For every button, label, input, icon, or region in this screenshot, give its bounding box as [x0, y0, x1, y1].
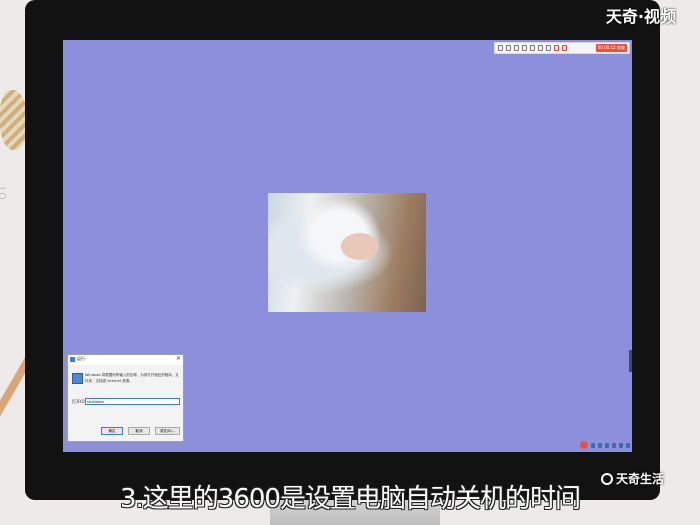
close-button[interactable]: × [176, 355, 181, 362]
system-tray [580, 440, 630, 450]
watermark-top: 天奇·视频 [605, 7, 676, 26]
dialog-description: Windows 将根据你所输入的名称，为你打开相应的程序、文件夹、文档或 Int… [85, 373, 179, 383]
video-subtitle: 3.这里的3600是设置电脑自动关机的时间 [120, 484, 581, 514]
volume-icon[interactable] [598, 442, 602, 448]
network-icon[interactable] [591, 442, 595, 448]
screen-recorder-toolbar: 00:00:12 结束 [494, 42, 630, 54]
pen-icon[interactable] [498, 45, 503, 51]
desk-text: UI [0, 184, 9, 200]
ok-button[interactable]: 确定 [101, 427, 123, 435]
wheat-decoration [0, 90, 28, 150]
text-icon[interactable] [530, 45, 535, 51]
dialog-title: 运行 [77, 356, 85, 361]
settings-icon[interactable] [612, 442, 616, 448]
notification-icon[interactable] [626, 442, 630, 448]
run-dialog: 运行 × Windows 将根据你所输入的名称，为你打开相应的程序、文件夹、文档… [67, 354, 184, 442]
grid-icon[interactable] [619, 442, 623, 448]
edge-scroll-marker [629, 350, 632, 372]
dialog-titlebar: 运行 × [68, 355, 183, 365]
microphone-icon[interactable] [562, 45, 567, 51]
undo-icon[interactable] [546, 45, 551, 51]
rectangle-icon[interactable] [506, 45, 511, 51]
camera-icon[interactable] [554, 45, 559, 51]
input-method-icon[interactable] [580, 441, 588, 449]
keyboard-icon[interactable] [605, 442, 609, 448]
stop-recording-button[interactable]: 00:00:12 结束 [595, 44, 627, 52]
run-icon [70, 357, 75, 362]
run-command-input[interactable]: shutdown [85, 398, 180, 405]
browse-button[interactable]: 浏览(B)... [155, 427, 180, 435]
desktop-screen: 00:00:12 结束 运行 × Windows 将根据你所输入的名称，为你打开… [63, 40, 632, 452]
desktop-wallpaper-image [268, 193, 426, 312]
cancel-button[interactable]: 取消 [128, 427, 150, 435]
arrow-icon[interactable] [522, 45, 527, 51]
highlighter-icon[interactable] [538, 45, 543, 51]
run-program-icon [72, 373, 83, 384]
ellipse-icon[interactable] [514, 45, 519, 51]
dialog-body: Windows 将根据你所输入的名称，为你打开相应的程序、文件夹、文档或 Int… [68, 365, 183, 443]
